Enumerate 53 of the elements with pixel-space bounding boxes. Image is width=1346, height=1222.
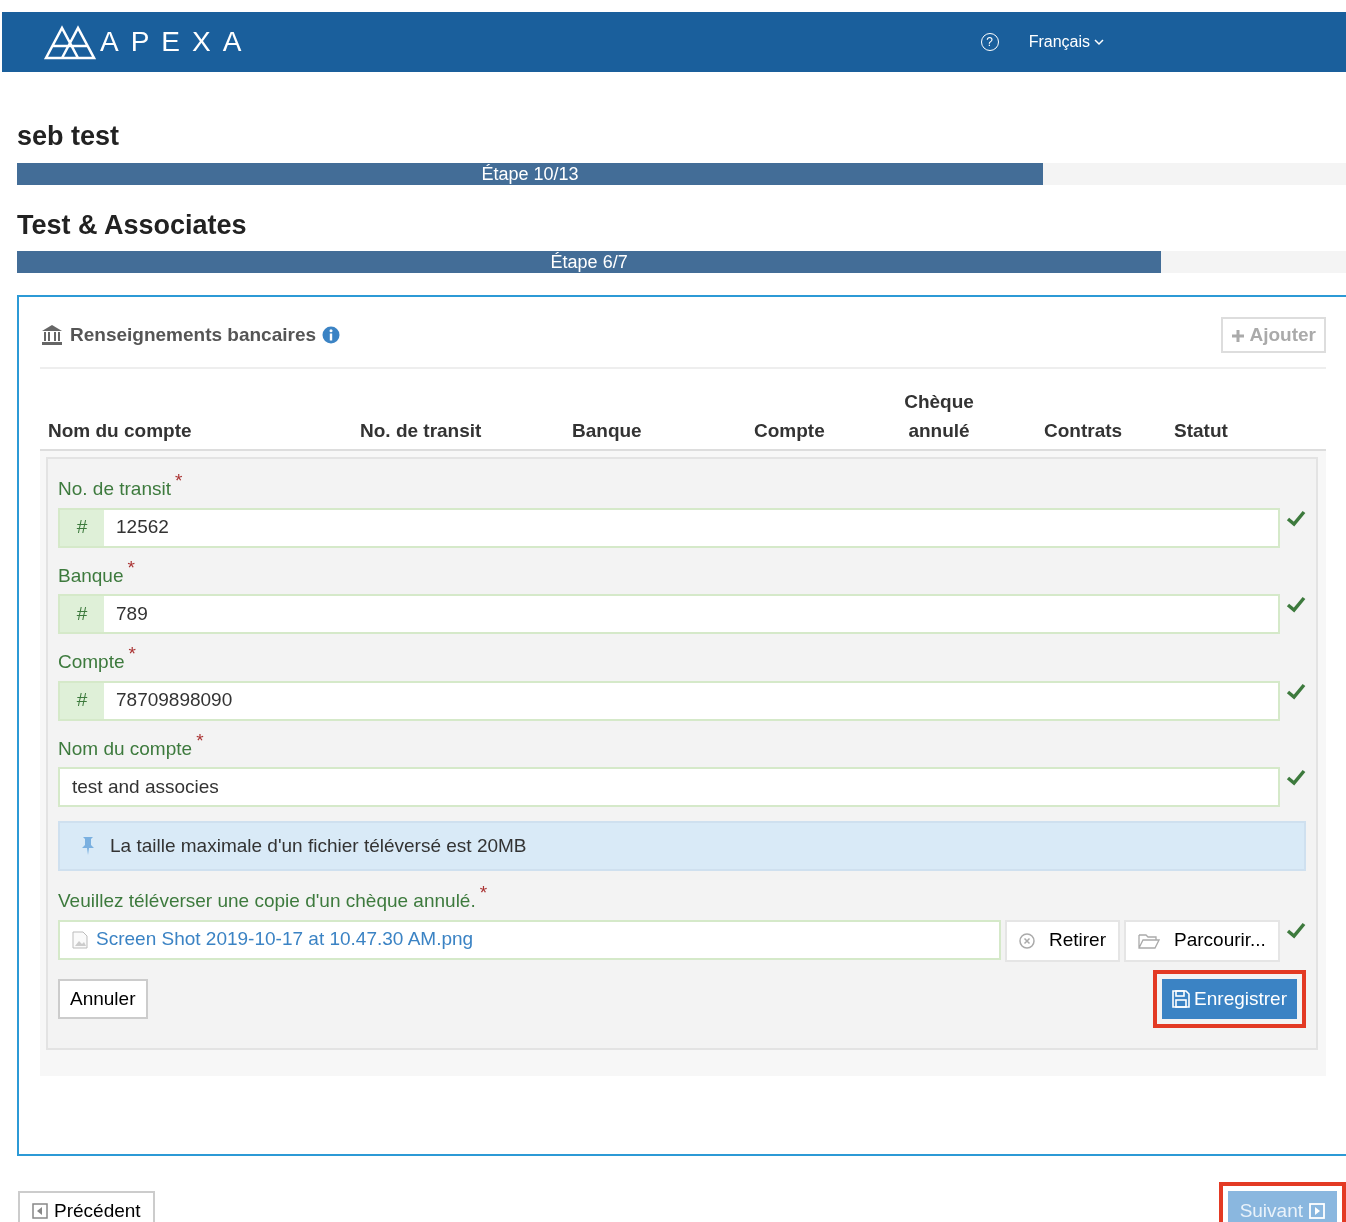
remove-icon bbox=[1019, 932, 1035, 949]
page-title: Test & Associates bbox=[17, 208, 248, 242]
left-square-icon bbox=[32, 1203, 48, 1220]
input-value: 789 bbox=[115, 601, 149, 626]
input-value: test and associes bbox=[71, 774, 220, 799]
input-value: 12562 bbox=[115, 515, 170, 540]
browse-button[interactable]: Parcourir... bbox=[1124, 919, 1280, 962]
column-header: Chèque annulé bbox=[903, 390, 975, 443]
page-title: seb test bbox=[17, 120, 121, 153]
right-square-icon bbox=[1309, 1203, 1325, 1220]
input-prefix: # bbox=[60, 682, 104, 719]
input-field[interactable]: test and associes bbox=[58, 767, 1280, 807]
input-value: 78709898090 bbox=[115, 688, 234, 713]
field-label: Veuillez téléverser une copie d'un chèque annulé. bbox=[58, 890, 476, 911]
progress-bar: Étape 10/13 bbox=[17, 162, 1043, 185]
logo-text: APEXA bbox=[100, 25, 254, 59]
bank-icon bbox=[40, 323, 64, 347]
column-header: Banque bbox=[572, 418, 643, 443]
notice-text: La taille maximale d'un fichier téléversé est 20MB bbox=[110, 833, 527, 858]
column-header: Contrats bbox=[1044, 418, 1124, 443]
info-icon bbox=[322, 326, 341, 344]
panel-title: Renseignements bancaires bbox=[70, 322, 317, 347]
field-label: Nom du compte bbox=[58, 737, 193, 759]
remove-button[interactable]: Retirer bbox=[1005, 919, 1120, 962]
input-field[interactable]: # 78709898090 bbox=[58, 680, 1280, 721]
save-button[interactable]: Enregistrer bbox=[1162, 978, 1297, 1019]
file-field[interactable]: Screen Shot 2019-10-17 at 10.47.30 AM.png bbox=[58, 919, 1001, 960]
cancel-button[interactable]: Annuler bbox=[58, 978, 148, 1019]
language-dropdown[interactable]: Français bbox=[1028, 30, 1104, 54]
required-mark: * bbox=[128, 643, 136, 664]
input-prefix: # bbox=[60, 596, 104, 632]
input-prefix: # bbox=[60, 509, 104, 546]
required-mark: * bbox=[127, 556, 135, 578]
chevron-down-icon bbox=[1094, 38, 1104, 46]
plus-icon bbox=[1230, 328, 1245, 343]
field-label: No. de transit bbox=[58, 478, 171, 499]
image-file-icon bbox=[72, 930, 88, 949]
field-label: Banque bbox=[58, 564, 124, 586]
column-header: Nom du compte bbox=[48, 418, 193, 443]
input-field[interactable]: # 12562 bbox=[58, 507, 1280, 548]
previous-button[interactable]: Précédent bbox=[18, 1191, 155, 1222]
column-header: Compte bbox=[754, 418, 826, 443]
column-header: Statut bbox=[1174, 418, 1229, 443]
field-label: Compte bbox=[58, 651, 125, 672]
mountain-logo-icon bbox=[44, 24, 96, 60]
required-mark: * bbox=[479, 882, 488, 903]
required-mark: * bbox=[196, 729, 204, 751]
required-mark: * bbox=[175, 470, 183, 491]
file-name-link[interactable]: Screen Shot 2019-10-17 at 10.47.30 AM.png bbox=[96, 925, 474, 954]
input-field[interactable]: # 789 bbox=[58, 594, 1280, 634]
column-header: No. de transit bbox=[360, 418, 483, 443]
progress-bar: Étape 6/7 bbox=[17, 251, 1162, 273]
folder-icon bbox=[1138, 932, 1160, 949]
